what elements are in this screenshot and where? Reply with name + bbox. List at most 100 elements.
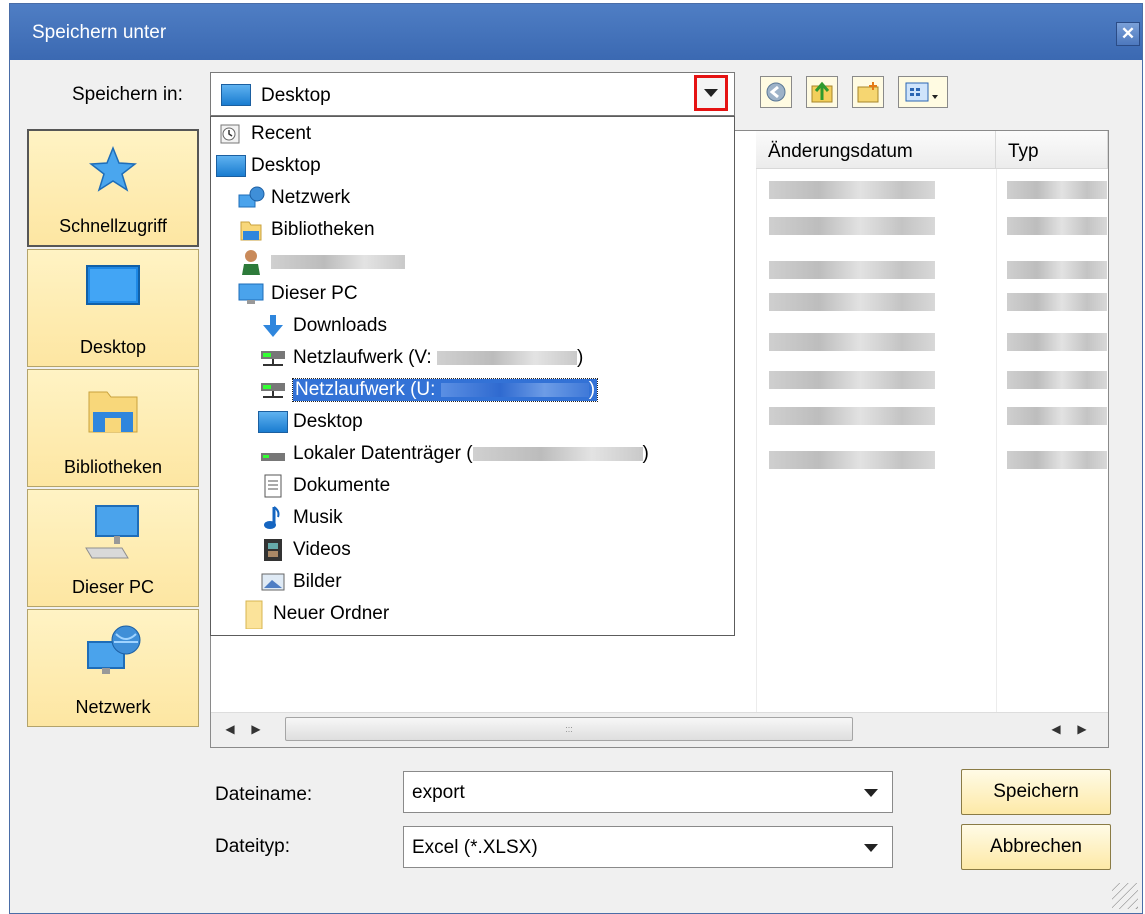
filename-label: Dateiname: bbox=[215, 784, 313, 805]
dropdown-item-network-drive-v[interactable]: Netzlaufwerk (V: ) bbox=[257, 343, 583, 373]
dropdown-item-videos[interactable]: Videos bbox=[257, 535, 351, 565]
chevron-down-icon[interactable] bbox=[864, 844, 878, 852]
view-menu-icon bbox=[905, 82, 938, 102]
video-icon bbox=[264, 539, 282, 561]
place-quick-access[interactable]: Schnellzugriff bbox=[27, 129, 199, 247]
filetype-label: Dateityp: bbox=[215, 836, 290, 857]
place-label: Dieser PC bbox=[71, 577, 155, 597]
file-type bbox=[1007, 181, 1107, 199]
dropdown-item-downloads[interactable]: Downloads bbox=[257, 311, 387, 341]
save-in-dropdown-button[interactable] bbox=[694, 75, 728, 111]
star-icon bbox=[89, 145, 137, 192]
location-dropdown-list[interactable]: Recent Desktop Netzwerk Bibliotheken Die… bbox=[210, 116, 735, 636]
dropdown-item-new-folder[interactable]: Neuer Ordner bbox=[237, 599, 389, 629]
folder-icon bbox=[245, 600, 263, 629]
close-button[interactable]: ✕ bbox=[1116, 22, 1140, 46]
network-drive-icon bbox=[261, 383, 285, 398]
user-icon bbox=[242, 250, 260, 275]
dropdown-item-this-pc[interactable]: Dieser PC bbox=[235, 279, 358, 309]
desktop-icon bbox=[221, 84, 251, 106]
place-label: Schnellzugriff bbox=[59, 216, 167, 236]
desktop-icon bbox=[86, 265, 140, 305]
column-divider bbox=[996, 169, 997, 713]
dropdown-item-label: Netzlaufwerk (V: ) bbox=[293, 347, 584, 368]
file-date bbox=[769, 261, 935, 279]
place-label: Desktop bbox=[79, 337, 147, 357]
chevron-down-icon[interactable] bbox=[864, 789, 878, 797]
dropdown-item-label: Bilder bbox=[293, 571, 342, 592]
resize-grip-icon[interactable] bbox=[1112, 883, 1138, 909]
chevron-down-icon bbox=[704, 89, 718, 97]
dropdown-item-label: Neuer Ordner bbox=[273, 603, 390, 624]
dialog-title: Speichern unter bbox=[32, 22, 167, 43]
column-date[interactable]: Änderungsdatum bbox=[756, 131, 996, 169]
file-type bbox=[1007, 333, 1107, 351]
document-icon bbox=[264, 474, 282, 498]
column-divider bbox=[756, 169, 757, 713]
picture-icon bbox=[261, 573, 285, 591]
dropdown-item-user[interactable] bbox=[235, 247, 405, 277]
place-network[interactable]: Netzwerk bbox=[27, 609, 199, 727]
cancel-button[interactable]: Abbrechen bbox=[961, 824, 1111, 870]
file-type bbox=[1007, 293, 1107, 311]
back-button[interactable] bbox=[760, 76, 792, 108]
dropdown-item-label: Desktop bbox=[251, 155, 321, 176]
scroll-left-icon[interactable]: ◀ bbox=[1045, 718, 1067, 740]
library-icon bbox=[240, 221, 262, 241]
place-this-pc[interactable]: Dieser PC bbox=[27, 489, 199, 607]
dropdown-item-documents[interactable]: Dokumente bbox=[257, 471, 390, 501]
file-type bbox=[1007, 217, 1107, 235]
place-label: Bibliotheken bbox=[63, 457, 163, 477]
dropdown-item-desktop[interactable]: Desktop bbox=[215, 151, 321, 181]
network-drive-icon bbox=[261, 351, 285, 366]
filename-input[interactable]: export bbox=[403, 771, 893, 813]
dropdown-item-label: Recent bbox=[251, 123, 312, 144]
download-icon bbox=[263, 315, 283, 337]
file-date bbox=[769, 333, 935, 351]
filetype-select[interactable]: Excel (*.XLSX) bbox=[403, 826, 893, 868]
up-folder-button[interactable] bbox=[806, 76, 838, 108]
dropdown-item-local-disk[interactable]: Lokaler Datenträger () bbox=[257, 439, 649, 469]
dropdown-item-label: Dieser PC bbox=[271, 283, 358, 304]
computer-icon bbox=[238, 283, 264, 304]
scroll-left-icon[interactable]: ◀ bbox=[219, 718, 241, 740]
save-in-label: Speichern in: bbox=[72, 84, 183, 105]
file-type bbox=[1007, 451, 1107, 469]
file-date bbox=[769, 293, 935, 311]
scroll-right-icon[interactable]: ▶ bbox=[245, 718, 267, 740]
save-in-combo[interactable]: Desktop bbox=[210, 72, 735, 116]
dropdown-item-network-drive-u[interactable]: Netzlaufwerk (U: ) bbox=[257, 375, 599, 405]
new-folder-icon bbox=[857, 82, 879, 103]
place-libraries[interactable]: Bibliotheken bbox=[27, 369, 199, 487]
close-icon: ✕ bbox=[1120, 24, 1136, 43]
scroll-right-icon[interactable]: ▶ bbox=[1071, 718, 1093, 740]
dropdown-item-label: Netzlaufwerk (U: ) bbox=[291, 378, 599, 402]
network-icon bbox=[238, 186, 265, 208]
dropdown-item-desktop-2[interactable]: Desktop bbox=[257, 407, 363, 437]
dropdown-item-label: Desktop bbox=[293, 411, 363, 432]
dropdown-item-label: Lokaler Datenträger () bbox=[293, 443, 649, 464]
view-menu-button[interactable] bbox=[898, 76, 948, 108]
file-type bbox=[1007, 407, 1107, 425]
filename-value: export bbox=[412, 782, 465, 803]
redacted-text bbox=[271, 255, 405, 269]
up-folder-icon bbox=[811, 81, 833, 103]
save-button[interactable]: Speichern bbox=[961, 769, 1111, 815]
library-icon bbox=[88, 391, 138, 433]
place-desktop[interactable]: Desktop bbox=[27, 249, 199, 367]
dropdown-item-libraries[interactable]: Bibliotheken bbox=[235, 215, 375, 245]
column-type[interactable]: Typ bbox=[996, 131, 1108, 169]
dropdown-item-network[interactable]: Netzwerk bbox=[235, 183, 350, 213]
dropdown-item-music[interactable]: Musik bbox=[257, 503, 343, 533]
dropdown-item-pictures[interactable]: Bilder bbox=[257, 567, 342, 597]
file-date bbox=[769, 371, 935, 389]
music-icon bbox=[264, 506, 280, 529]
file-type bbox=[1007, 371, 1107, 389]
scroll-thumb[interactable]: ::: bbox=[285, 717, 853, 741]
dropdown-item-label: Musik bbox=[293, 507, 343, 528]
dropdown-item-recent[interactable]: Recent bbox=[215, 119, 311, 149]
title-bar: Speichern unter ✕ bbox=[10, 4, 1142, 60]
dropdown-item-label: Downloads bbox=[293, 315, 387, 336]
new-folder-button[interactable] bbox=[852, 76, 884, 108]
horizontal-scrollbar[interactable]: ◀ ▶ ::: ◀ ▶ bbox=[211, 712, 1108, 747]
